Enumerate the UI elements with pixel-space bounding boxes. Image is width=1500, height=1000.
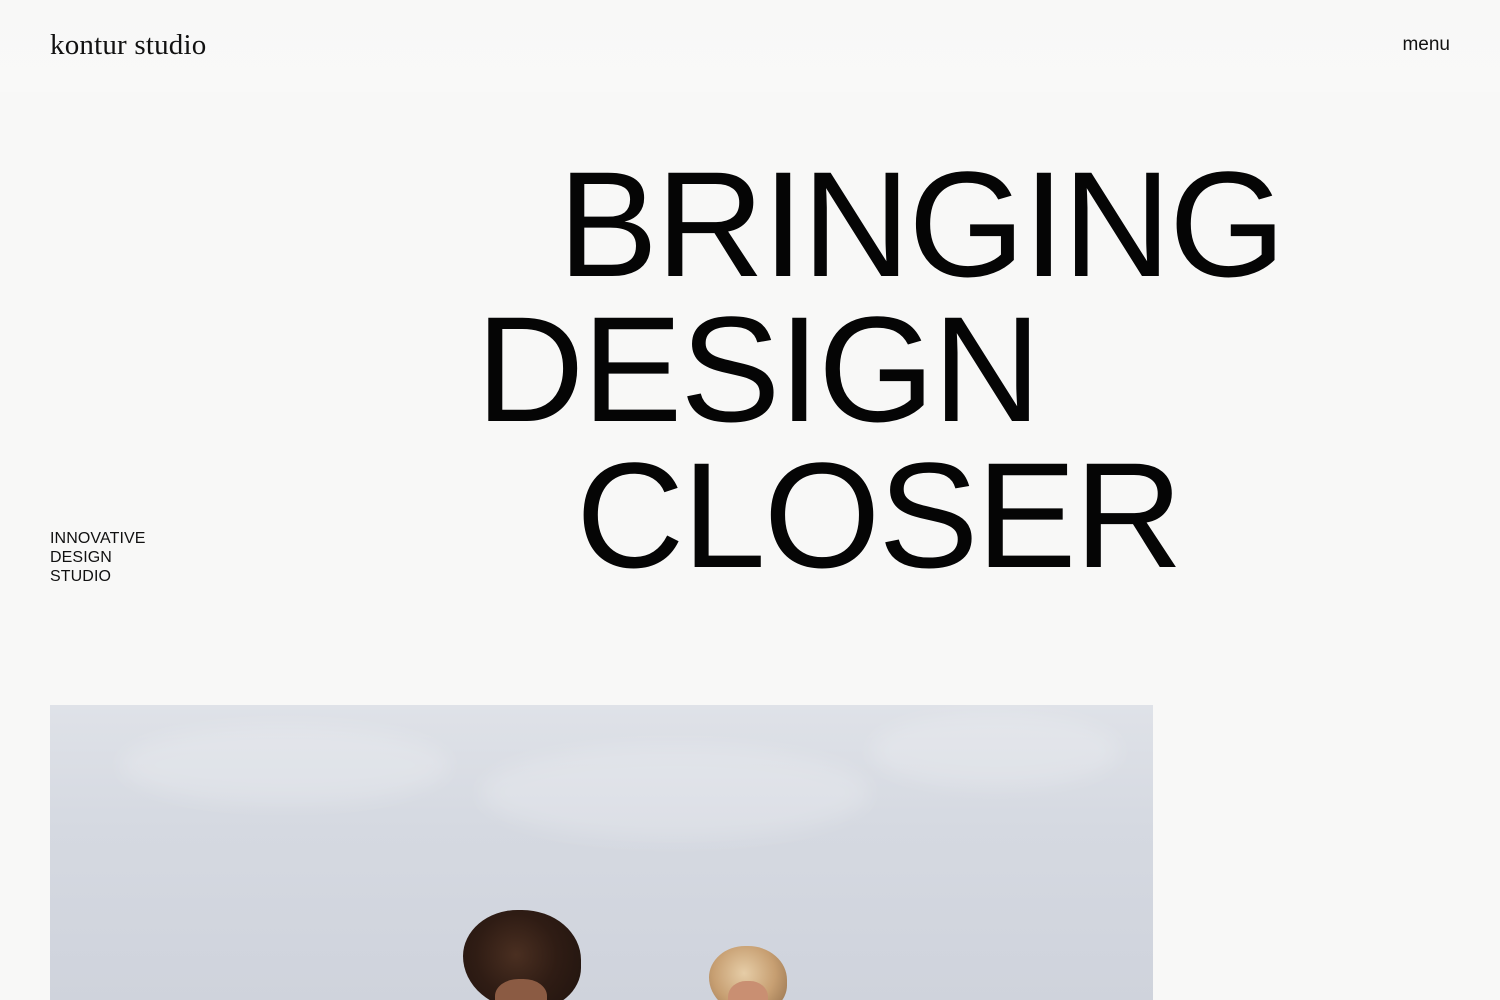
- sky-cloud: [120, 725, 450, 805]
- person-left-figure: [457, 910, 583, 1000]
- sky-cloud: [870, 713, 1120, 788]
- hero-title-line-2: DESIGN: [476, 285, 1041, 453]
- page: kontur studio menu BRINGING DESIGN CLOSE…: [0, 0, 1500, 1000]
- tagline-line-3: STUDIO: [50, 568, 112, 585]
- hero-image-two-people-under-sky: [50, 705, 1153, 1000]
- menu-button[interactable]: menu: [1402, 33, 1450, 57]
- studio-tagline: INNOVATIVE DESIGN STUDIO: [50, 529, 146, 586]
- tagline-line-1: INNOVATIVE: [50, 530, 146, 547]
- hero-title-line-3: CLOSER: [576, 431, 1183, 599]
- tagline-line-2: DESIGN: [50, 549, 112, 566]
- top-navigation: kontur studio menu: [0, 0, 1500, 92]
- hero-title-line-1: BRINGING: [558, 140, 1286, 308]
- sky-cloud: [480, 745, 870, 840]
- logo-link[interactable]: kontur studio: [50, 27, 206, 63]
- person-right-figure: [705, 946, 791, 1000]
